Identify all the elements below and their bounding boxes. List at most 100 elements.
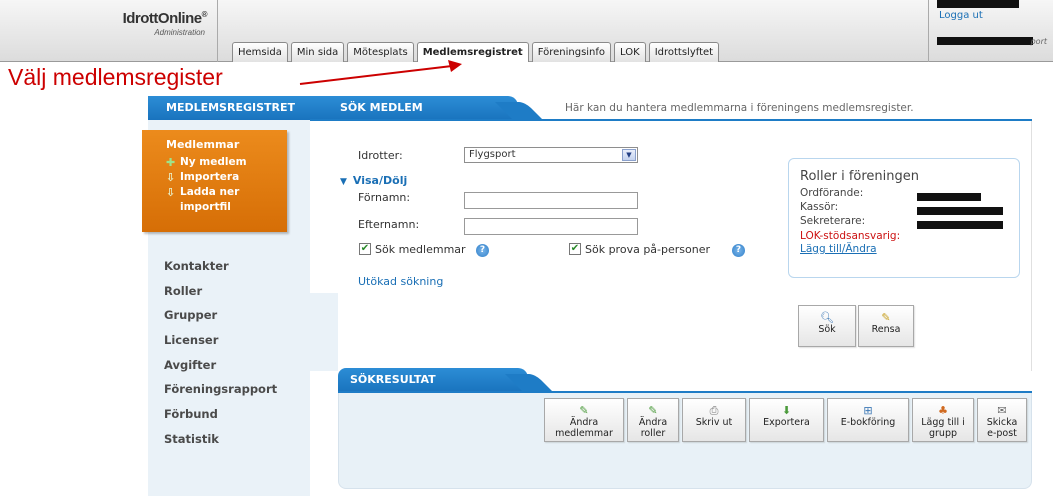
sidebar-item-statistik[interactable]: Statistik <box>164 427 277 452</box>
e-bookkeeping-label: E-bokföring <box>840 417 896 428</box>
clear-button[interactable]: ✎ Rensa <box>858 305 914 347</box>
firstname-label: Förnamn: <box>358 191 411 204</box>
magnifier-icon: 🔍︎ <box>820 311 834 324</box>
export-icon: ⬇ <box>781 404 792 417</box>
sidebar-item-roller[interactable]: Roller <box>164 279 277 304</box>
sidebar-heading: MEDLEMSREGISTRET <box>148 96 310 120</box>
brush-icon: ✎ <box>881 311 891 324</box>
panel-background-strip <box>310 293 338 371</box>
search-button-label: Sök <box>818 324 836 335</box>
show-hide-toggle[interactable]: ▼ Visa/Dölj <box>340 174 407 187</box>
export-button[interactable]: ⬇ Exportera <box>749 398 824 442</box>
change-members-label: Ändra medlemmar <box>555 417 613 439</box>
role-lok-responsible: LOK-stödsansvarig: <box>800 229 901 242</box>
tab-idrottslyftet[interactable]: Idrottslyftet <box>648 42 720 62</box>
send-email-button[interactable]: ✉ Skicka e-post <box>977 398 1027 442</box>
import-arrow-icon: ⇩ <box>166 171 176 184</box>
export-label: Exportera <box>763 417 810 428</box>
redacted-chairman-name <box>917 193 981 201</box>
import-link[interactable]: ⇩ Importera <box>166 170 287 185</box>
send-email-label: Skicka e-post <box>986 417 1018 439</box>
print-label: Skriv ut <box>695 417 733 428</box>
e-bookkeeping-button[interactable]: ⊞ E-bokföring <box>827 398 909 442</box>
sidebar-item-licenser[interactable]: Licenser <box>164 328 277 353</box>
extended-search-link[interactable]: Utökad sökning <box>358 275 443 288</box>
search-form: Idrotter: Flygsport ▼ ▼ Visa/Dölj Förnamn… <box>310 121 1032 371</box>
tab-motesplats[interactable]: Mötesplats <box>347 42 414 62</box>
help-icon[interactable]: ? <box>476 244 489 257</box>
clear-button-label: Rensa <box>871 324 901 335</box>
annotation-text: Välj medlemsregister <box>8 64 223 90</box>
search-members-checkbox[interactable]: ✔ <box>359 243 371 255</box>
role-chairman: Ordförande: <box>800 187 864 199</box>
redacted-user-name <box>937 0 1019 8</box>
tab-medlemsregistret[interactable]: Medlemsregistret <box>416 42 529 62</box>
logout-link[interactable]: Logga ut <box>939 10 983 21</box>
change-members-button[interactable]: ✎ Ändra medlemmar <box>544 398 624 442</box>
import-label: Importera <box>180 171 240 183</box>
sport-select-value: Flygsport <box>469 149 516 160</box>
print-button[interactable]: ⎙ Skriv ut <box>682 398 746 442</box>
search-members-label: Sök medlemmar <box>375 243 466 256</box>
pencil-icon: ✎ <box>648 404 658 417</box>
logo-registered-mark: ® <box>201 10 208 19</box>
printer-icon: ⎙ <box>709 404 719 417</box>
group-add-icon: ♣ <box>938 404 948 417</box>
search-results-tab: SÖKRESULTAT <box>338 368 528 392</box>
help-icon[interactable]: ? <box>732 244 745 257</box>
search-trial-persons-label: Sök prova på-personer <box>585 243 711 256</box>
change-roles-label: Ändra roller <box>638 417 668 439</box>
top-header: IdrottOnline® Administration Hemsida Min… <box>0 0 1053 62</box>
sidebar-item-forbund[interactable]: Förbund <box>164 402 277 427</box>
logo-area: IdrottOnline® Administration <box>0 0 218 62</box>
upload-arrow-icon: ⇩ <box>166 186 176 199</box>
download-import-file-link[interactable]: ⇩ Ladda ner importfil <box>166 185 287 215</box>
tab-min-sida[interactable]: Min sida <box>290 42 345 62</box>
sidebar-item-grupper[interactable]: Grupper <box>164 303 277 328</box>
sport-label: Idrotter: <box>358 149 403 162</box>
show-hide-label: Visa/Dölj <box>352 174 408 187</box>
redacted-secretary-name <box>917 221 1003 229</box>
plus-icon: ✚ <box>166 156 176 169</box>
association-name-suffix: port <box>1030 37 1047 46</box>
chevron-down-icon: ▼ <box>622 149 636 161</box>
new-member-link[interactable]: ✚ Ny medlem <box>166 155 287 170</box>
triangle-down-icon: ▼ <box>340 177 347 187</box>
sidebar-item-avgifter[interactable]: Avgifter <box>164 353 277 378</box>
search-trial-persons-checkbox[interactable]: ✔ <box>569 243 581 255</box>
tab-lok[interactable]: LOK <box>614 42 646 62</box>
book-icon: ⊞ <box>863 404 873 417</box>
lastname-input[interactable] <box>464 218 638 235</box>
redacted-association-name <box>937 37 1033 45</box>
roles-title: Roller i föreningen <box>800 169 920 184</box>
sport-select[interactable]: Flygsport ▼ <box>464 147 638 163</box>
add-to-group-label: Lägg till i grupp <box>921 417 965 439</box>
idrottonline-logo[interactable]: IdrottOnline® <box>122 10 208 27</box>
search-member-tab: SÖK MEDLEM <box>310 96 518 120</box>
members-menu: Medlemmar ✚ Ny medlem ⇩ Importera ⇩ Ladd… <box>142 130 287 232</box>
tab-hemsida[interactable]: Hemsida <box>232 42 288 62</box>
envelope-icon: ✉ <box>997 404 1007 417</box>
add-change-roles-link[interactable]: Lägg till/Ändra <box>800 243 1019 255</box>
logo-subtitle: Administration <box>154 28 205 37</box>
redacted-treasurer-name <box>917 207 1003 215</box>
add-to-group-button[interactable]: ♣ Lägg till i grupp <box>912 398 974 442</box>
main-content: SÖK MEDLEM Här kan du hantera medlemmarn… <box>310 96 1032 496</box>
sidebar-item-foreningsrapport[interactable]: Föreningsrapport <box>164 377 277 402</box>
tab-foreningsinfo[interactable]: Föreningsinfo <box>531 42 612 62</box>
user-area: Logga ut port <box>928 0 1053 62</box>
sidebar-nav: Kontakter Roller Grupper Licenser Avgift… <box>164 254 277 452</box>
main-tabs: Hemsida Min sida Mötesplats Medlemsregis… <box>232 42 720 62</box>
sidebar-item-kontakter[interactable]: Kontakter <box>164 254 277 279</box>
search-button[interactable]: 🔍︎ Sök <box>798 305 856 347</box>
page-description: Här kan du hantera medlemmarna i förenin… <box>565 102 914 114</box>
change-roles-button[interactable]: ✎ Ändra roller <box>627 398 679 442</box>
members-title[interactable]: Medlemmar <box>166 138 287 151</box>
new-member-label: Ny medlem <box>180 156 247 168</box>
sidebar: MEDLEMSREGISTRET Medlemmar ✚ Ny medlem ⇩… <box>142 96 310 496</box>
logo-text: IdrottOnline <box>122 10 203 27</box>
firstname-input[interactable] <box>464 192 638 209</box>
download-import-file-label: Ladda ner importfil <box>180 186 240 213</box>
association-roles-box: Roller i föreningen Ordförande: Kassör: … <box>788 158 1020 278</box>
pencil-icon: ✎ <box>579 404 589 417</box>
